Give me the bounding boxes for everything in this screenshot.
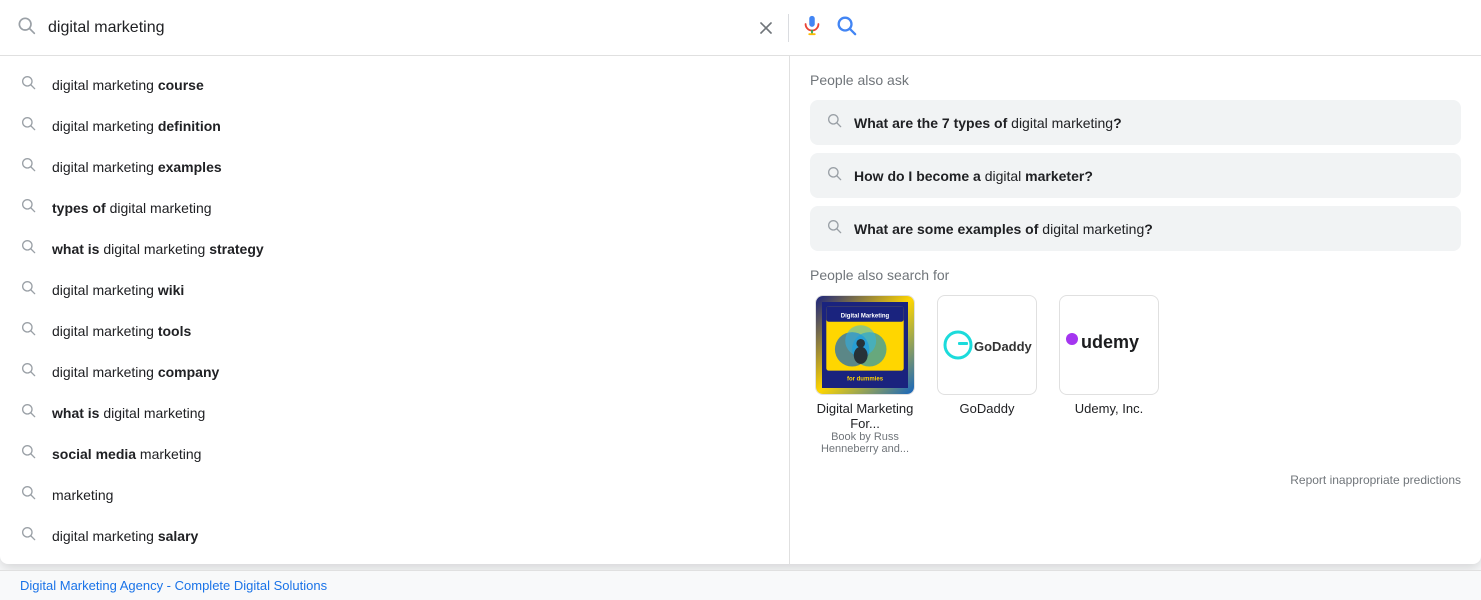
divider [788, 14, 789, 42]
search-bar-actions [756, 14, 857, 42]
svg-text:udemy: udemy [1081, 332, 1139, 352]
suggestions-panel: digital marketing course digital marketi… [0, 56, 790, 564]
suggestion-search-icon [20, 197, 36, 218]
suggestion-item[interactable]: digital marketing salary [0, 515, 789, 556]
paa-text: What are some examples of digital market… [854, 221, 1153, 237]
people-also-ask-title: People also ask [810, 72, 1461, 88]
udemy-logo-image: udemy [1059, 295, 1159, 395]
book-card-sub: Book by Russ Henneberry and... [810, 431, 920, 455]
pas-card-udemy[interactable]: udemy Udemy, Inc. [1054, 295, 1164, 455]
suggestion-text: types of digital marketing [52, 200, 212, 216]
search-bar [0, 0, 1481, 56]
suggestion-item[interactable]: digital marketing wiki [0, 269, 789, 310]
dropdown-container: digital marketing course digital marketi… [0, 56, 1481, 564]
suggestion-text: digital marketing wiki [52, 282, 184, 298]
suggestion-item[interactable]: marketing [0, 474, 789, 515]
search-input[interactable] [48, 19, 748, 37]
suggestion-search-icon [20, 402, 36, 423]
report-text[interactable]: Report inappropriate predictions [1290, 473, 1461, 487]
suggestion-search-icon [20, 74, 36, 95]
people-also-search-section: People also search for [810, 267, 1461, 455]
paa-text: How do I become a digital marketer? [854, 168, 1093, 184]
search-icon-left [16, 15, 36, 40]
pas-card-godaddy[interactable]: GoDaddy GoDaddy [932, 295, 1042, 455]
godaddy-card-name: GoDaddy [960, 401, 1015, 416]
suggestion-search-icon [20, 525, 36, 546]
suggestion-text: digital marketing tools [52, 323, 191, 339]
suggestion-item[interactable]: digital marketing definition [0, 105, 789, 146]
search-button[interactable] [835, 14, 857, 42]
udemy-card-name: Udemy, Inc. [1075, 401, 1143, 416]
pas-card-book[interactable]: Digital Marketing for dummies [810, 295, 920, 455]
suggestion-search-icon [20, 156, 36, 177]
voice-search-button[interactable] [801, 14, 823, 42]
suggestion-search-icon [20, 484, 36, 505]
clear-button[interactable] [756, 18, 776, 38]
suggestion-item[interactable]: types of digital marketing [0, 187, 789, 228]
suggestion-item[interactable]: what is digital marketing [0, 392, 789, 433]
svg-text:GoDaddy: GoDaddy [974, 339, 1032, 354]
godaddy-logo-image: GoDaddy [937, 295, 1037, 395]
suggestion-item[interactable]: digital marketing course [0, 64, 789, 105]
suggestion-text: digital marketing company [52, 364, 219, 380]
suggestion-text: digital marketing course [52, 77, 204, 93]
people-also-search-title: People also search for [810, 267, 1461, 283]
paa-item-3[interactable]: What are some examples of digital market… [810, 206, 1461, 251]
suggestion-text: what is digital marketing [52, 405, 205, 421]
suggestion-search-icon [20, 279, 36, 300]
suggestion-search-icon [20, 443, 36, 464]
suggestion-text: what is digital marketing strategy [52, 241, 264, 257]
paa-search-icon [826, 112, 842, 133]
suggestion-text: digital marketing examples [52, 159, 222, 175]
suggestion-search-icon [20, 320, 36, 341]
book-cover-image: Digital Marketing for dummies [815, 295, 915, 395]
pas-cards: Digital Marketing for dummies [810, 295, 1461, 455]
suggestion-item[interactable]: social media marketing [0, 433, 789, 474]
suggestion-search-icon [20, 115, 36, 136]
paa-search-icon [826, 165, 842, 186]
paa-item-1[interactable]: What are the 7 types of digital marketin… [810, 100, 1461, 145]
paa-text: What are the 7 types of digital marketin… [854, 115, 1122, 131]
suggestion-text: social media marketing [52, 446, 201, 462]
bottom-bar: Digital Marketing Agency - Complete Digi… [0, 570, 1481, 600]
suggestion-text: marketing [52, 487, 113, 503]
suggestion-item[interactable]: digital marketing tools [0, 310, 789, 351]
suggestion-text: digital marketing definition [52, 118, 221, 134]
suggestion-text: digital marketing salary [52, 528, 198, 544]
suggestion-search-icon [20, 238, 36, 259]
book-card-name: Digital Marketing For... [810, 401, 920, 431]
suggestion-item[interactable]: what is digital marketing strategy [0, 228, 789, 269]
suggestion-item[interactable]: digital marketing examples [0, 146, 789, 187]
suggestion-item[interactable]: digital marketing company [0, 351, 789, 392]
suggestion-search-icon [20, 361, 36, 382]
paa-item-2[interactable]: How do I become a digital marketer? [810, 153, 1461, 198]
svg-text:for dummies: for dummies [847, 376, 884, 382]
bottom-link-1[interactable]: Digital Marketing Agency - Complete Digi… [20, 578, 327, 593]
paa-search-icon [826, 218, 842, 239]
right-panel: People also ask What are the 7 types of … [790, 56, 1481, 564]
svg-text:Digital Marketing: Digital Marketing [841, 313, 890, 319]
